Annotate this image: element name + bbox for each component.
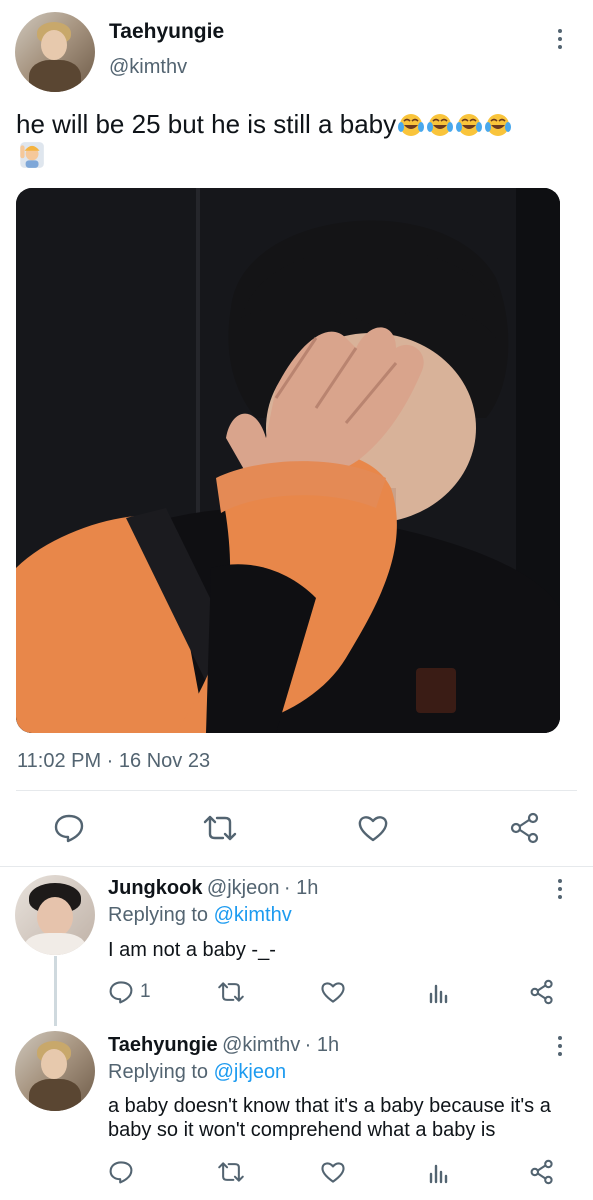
- retweet-icon: [203, 815, 237, 841]
- retweet-icon: [218, 1162, 244, 1182]
- retweet-icon: [218, 982, 244, 1002]
- tweet-text: he will be 25 but he is still a baby: [16, 108, 581, 173]
- author-avatar[interactable]: [15, 12, 95, 92]
- tears-of-joy-emoji-icon: [485, 114, 512, 136]
- reply-button[interactable]: [108, 1160, 134, 1184]
- share-icon: [530, 979, 553, 1005]
- reply-display-name[interactable]: Taehyungie: [108, 1034, 218, 1056]
- analytics-icon: [429, 1164, 448, 1184]
- tears-of-joy-emoji-icon: [456, 114, 483, 136]
- reply-handle[interactable]: @kimthv: [222, 1034, 300, 1056]
- divider: [0, 866, 593, 867]
- reply-text: I am not a baby -_-: [108, 939, 276, 961]
- reply-header: Jungkook @jkjeon · 1h: [108, 877, 318, 900]
- tears-of-joy-emoji-icon: [427, 114, 454, 136]
- comment-icon: [109, 1161, 133, 1184]
- views-button[interactable]: [428, 1162, 450, 1184]
- comment-icon: [109, 981, 133, 1004]
- tweet-body: he will be 25 but he is still a baby: [16, 109, 397, 139]
- share-icon: [510, 812, 539, 844]
- heart-icon: [358, 816, 388, 842]
- person-raising-hand-emoji-icon: [20, 142, 44, 168]
- thread-line: [54, 956, 57, 1026]
- reply-display-name[interactable]: Jungkook: [108, 877, 202, 899]
- author-handle[interactable]: @kimthv: [109, 56, 187, 79]
- reply-handle[interactable]: @jkjeon: [207, 877, 280, 899]
- retweet-button[interactable]: [216, 1161, 246, 1183]
- replying-to-line: Replying to @jkjeon: [108, 1061, 286, 1084]
- tears-of-joy-emoji-icon: [398, 114, 425, 136]
- tweet-photo[interactable]: [16, 188, 560, 733]
- share-button[interactable]: [530, 1159, 554, 1185]
- more-options-icon[interactable]: [555, 879, 565, 899]
- heart-icon: [321, 982, 345, 1003]
- heart-icon: [321, 1162, 345, 1183]
- replying-to-handle[interactable]: @kimthv: [214, 904, 292, 926]
- replying-to-handle[interactable]: @jkjeon: [214, 1061, 287, 1083]
- share-icon: [530, 1159, 553, 1185]
- reply-avatar[interactable]: [15, 875, 95, 955]
- share-button[interactable]: [530, 979, 554, 1005]
- replying-to-label: Replying to: [108, 1061, 209, 1083]
- share-button[interactable]: [510, 812, 540, 844]
- reply-avatar[interactable]: [15, 1031, 95, 1111]
- retweet-button[interactable]: [201, 814, 239, 842]
- reply-time[interactable]: · 1h: [284, 877, 318, 899]
- retweet-button[interactable]: [216, 981, 246, 1003]
- photo-illustration: [16, 188, 560, 733]
- replying-to-label: Replying to: [108, 904, 209, 926]
- divider: [16, 790, 577, 791]
- like-button[interactable]: [357, 813, 389, 843]
- analytics-icon: [429, 984, 448, 1004]
- reply-count: 1: [140, 981, 151, 1002]
- reply-header: Taehyungie @kimthv · 1h: [108, 1034, 339, 1057]
- comment-icon: [54, 814, 84, 843]
- reply-button[interactable]: [53, 813, 85, 843]
- author-display-name[interactable]: Taehyungie: [109, 20, 224, 44]
- replying-to-line: Replying to @kimthv: [108, 904, 292, 927]
- tweet-timestamp[interactable]: 11:02 PM · 16 Nov 23: [17, 750, 210, 773]
- reply-button[interactable]: 1: [108, 980, 151, 1004]
- reply-text: a baby doesn't know that it's a baby bec…: [108, 1095, 551, 1141]
- views-button[interactable]: [428, 982, 450, 1004]
- like-button[interactable]: [320, 1160, 346, 1184]
- more-options-icon[interactable]: [555, 29, 565, 49]
- like-button[interactable]: [320, 980, 346, 1004]
- more-options-icon[interactable]: [555, 1036, 565, 1056]
- reply-time[interactable]: · 1h: [305, 1034, 339, 1056]
